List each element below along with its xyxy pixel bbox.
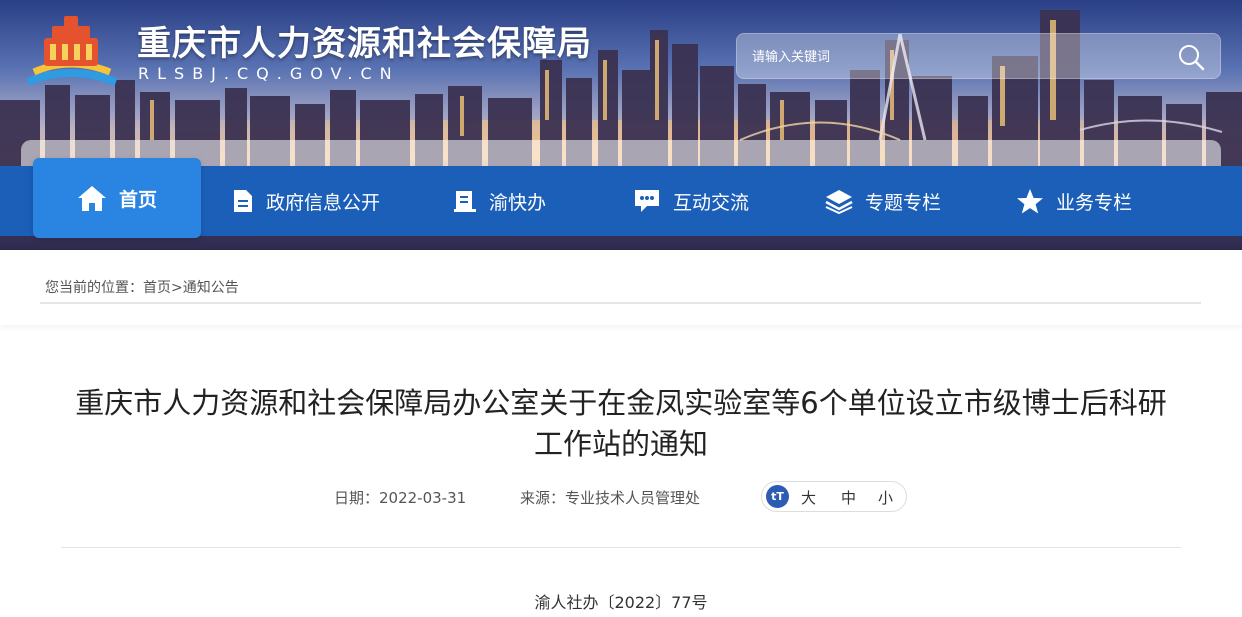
breadcrumb-home-link[interactable]: 首页 xyxy=(143,280,171,296)
nav-item-interaction[interactable]: 互动交流 xyxy=(633,166,749,236)
nav-label: 互动交流 xyxy=(673,191,750,214)
font-size-medium-button[interactable]: 中 xyxy=(841,487,856,508)
breadcrumb-current-link[interactable]: 通知公告 xyxy=(183,280,239,296)
article-date: 日期：2022-03-31 xyxy=(334,489,467,507)
chat-icon xyxy=(635,190,659,212)
breadcrumb-divider xyxy=(40,302,1201,304)
book-icon xyxy=(454,191,476,212)
article-title-line-1: 重庆市人力资源和社会保障局办公室关于在金凤实验室等6个单位设立市级博士后科研 xyxy=(75,386,1167,420)
breadcrumb-prefix: 您当前的位置： xyxy=(45,280,143,296)
home-icon xyxy=(77,186,106,211)
nav-item-special-topics[interactable]: 专题专栏 xyxy=(825,166,941,236)
nav-label: 渝快办 xyxy=(489,191,547,214)
font-size-icon: tT xyxy=(766,485,789,508)
main-nav: 首页 政府信息公开 渝快办 互动交流 专题专栏 业务专栏 xyxy=(0,158,1242,238)
site-domain: RLSBJ.CQ.GOV.CN xyxy=(138,64,400,83)
nav-label: 政府信息公开 xyxy=(266,191,381,214)
search-box xyxy=(736,33,1221,79)
star-icon xyxy=(1017,188,1043,213)
nav-item-business[interactable]: 业务专栏 xyxy=(1016,166,1132,236)
search-icon[interactable] xyxy=(1177,43,1205,71)
search-input[interactable] xyxy=(750,42,1154,72)
layers-icon xyxy=(825,190,853,214)
font-size-control: tT 大 中 小 xyxy=(761,481,907,512)
article-title-line-2: 工作站的通知 xyxy=(533,427,708,461)
nav-label: 首页 xyxy=(118,188,157,211)
document-number: 渝人社办〔2022〕77号 xyxy=(534,593,708,612)
article-title: 重庆市人力资源和社会保障局办公室关于在金凤实验室等6个单位设立市级博士后科研 工… xyxy=(40,383,1202,465)
breadcrumb: 您当前的位置：首页>通知公告 xyxy=(45,277,239,297)
nav-item-yukuaiban[interactable]: 渝快办 xyxy=(453,166,546,236)
article-divider xyxy=(61,547,1181,548)
nav-label: 专题专栏 xyxy=(865,191,942,214)
font-size-large-button[interactable]: 大 xyxy=(801,487,816,508)
nav-item-home[interactable]: 首页 xyxy=(33,158,201,238)
article-source: 来源：专业技术人员管理处 xyxy=(520,489,701,507)
nav-item-gov-info[interactable]: 政府信息公开 xyxy=(232,166,380,236)
font-size-small-button[interactable]: 小 xyxy=(878,487,893,508)
site-logo xyxy=(26,16,118,86)
breadcrumb-separator: > xyxy=(171,280,183,296)
site-title: 重庆市人力资源和社会保障局 xyxy=(137,24,592,64)
document-icon xyxy=(234,190,252,212)
nav-label: 业务专栏 xyxy=(1056,191,1133,214)
